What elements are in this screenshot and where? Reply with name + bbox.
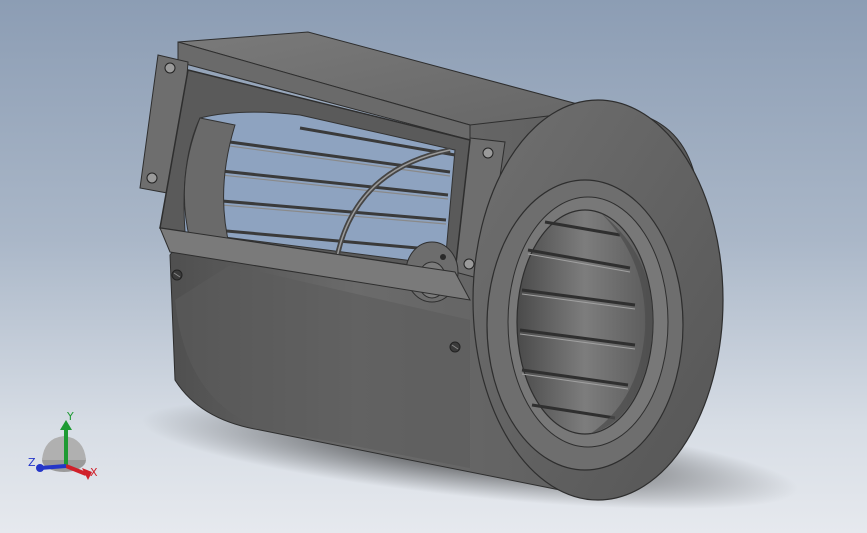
flange-hole [463, 258, 475, 270]
flange-hole [164, 62, 176, 74]
flange-hole [482, 147, 494, 159]
flange-hole [146, 172, 158, 184]
x-axis-label: X [90, 466, 98, 479]
blower-model[interactable] [0, 0, 867, 533]
axis-triad[interactable]: Y X Z [24, 408, 104, 484]
inlet-opening[interactable] [516, 209, 654, 435]
z-axis-label: Z [28, 456, 36, 469]
cad-viewport[interactable]: Y X Z [0, 0, 867, 533]
y-axis-label: Y [66, 410, 74, 423]
